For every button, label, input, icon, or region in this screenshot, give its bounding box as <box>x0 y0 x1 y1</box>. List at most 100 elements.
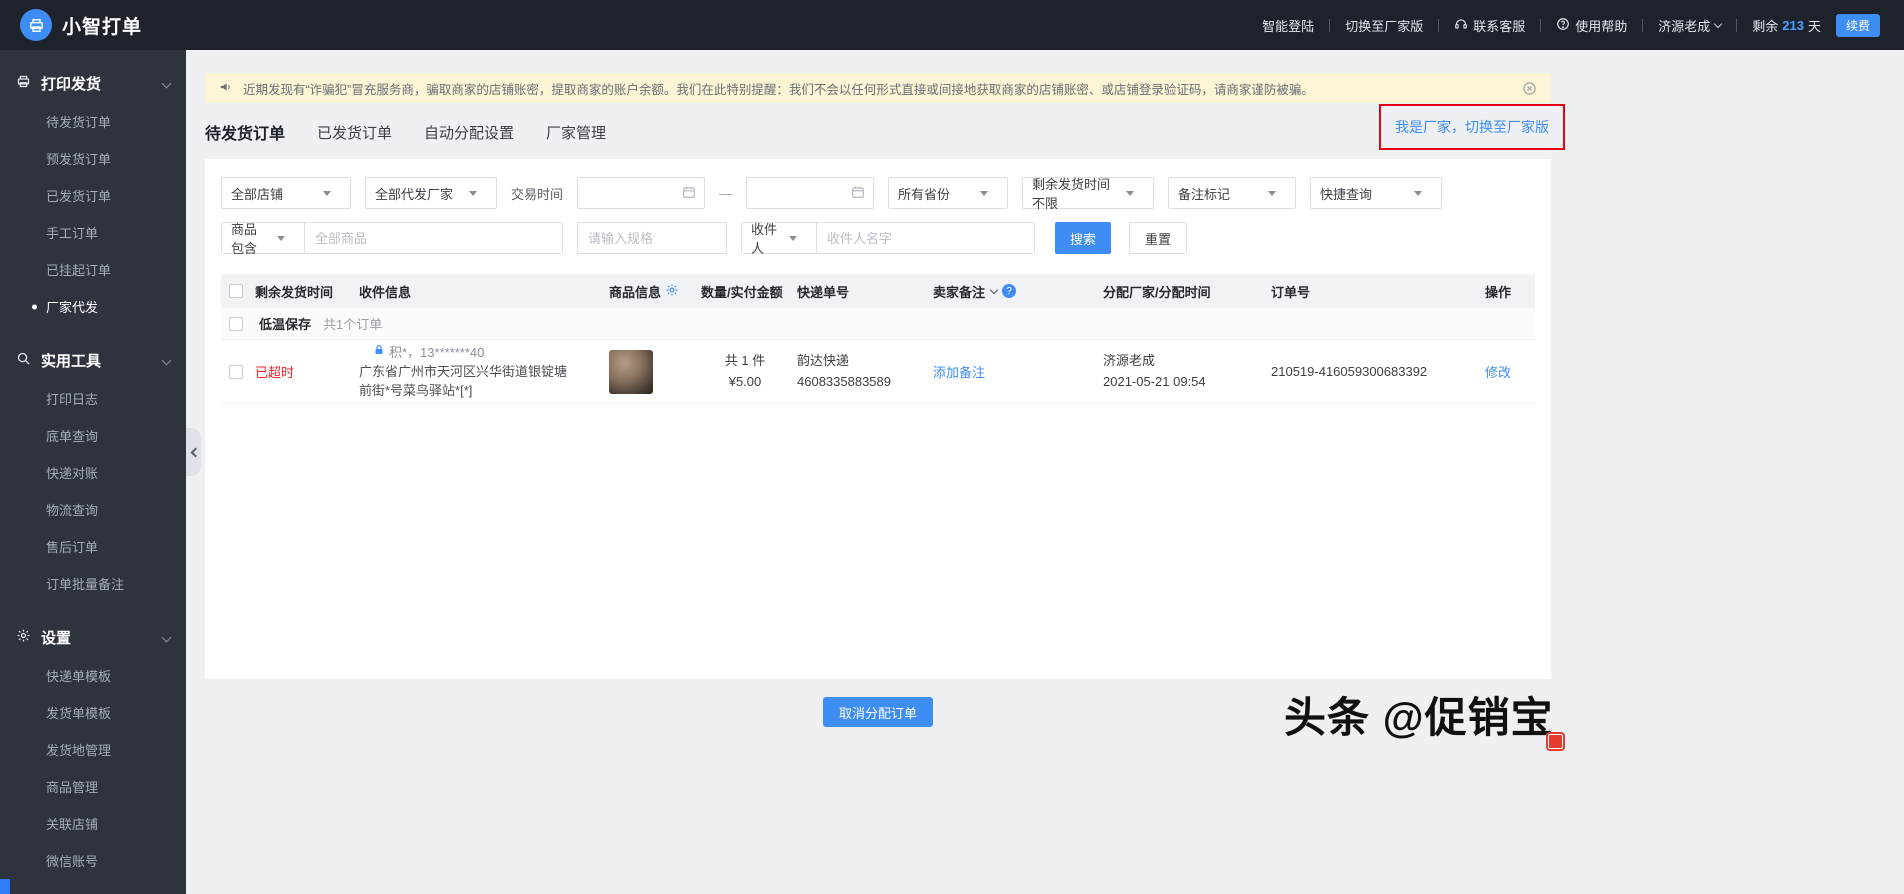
chevron-down-icon <box>1414 190 1423 196</box>
watermark-text: 头条 @促销宝 <box>1284 694 1554 741</box>
group-checkbox[interactable] <box>229 316 243 331</box>
sidebar-item-pending-orders[interactable]: 待发货订单 <box>0 103 186 140</box>
remaining-ship-time-select[interactable]: 剩余发货时间不限 <box>1022 177 1155 211</box>
sidebar-item-linked-shops[interactable]: 关联店铺 <box>0 805 186 842</box>
add-remark-link[interactable]: 添加备注 <box>933 362 985 381</box>
sidebar-item-shiplist-template[interactable]: 发货单模板 <box>0 694 186 731</box>
tab-auto-assign-settings[interactable]: 自动分配设置 <box>424 122 514 143</box>
sidebar-item-manual-orders[interactable]: 手工订单 <box>0 214 186 251</box>
gear-icon[interactable] <box>665 283 679 300</box>
sidebar-item-pre-ship-orders[interactable]: 预发货订单 <box>0 140 186 177</box>
chevron-down-icon <box>1714 19 1723 28</box>
lock-icon[interactable] <box>373 344 385 359</box>
renew-button[interactable]: 续费 <box>1835 13 1880 37</box>
sidebar-item-aftersale-orders[interactable]: 售后订单 <box>0 528 186 565</box>
sidebar-title-label: 设置 <box>41 630 72 647</box>
remark-tag-select[interactable]: 备注标记 <box>1168 177 1297 209</box>
recipient-cell: 积*，13*******40 广东省广州市天河区兴华街道银锭塘前街*号菜鸟驿站*… <box>355 342 605 401</box>
filter-row-1: 全部店铺 全部代发厂家 交易时间 — 所有省份 剩余发货时间不限 备注标记 快捷… <box>221 177 1535 211</box>
select-all-checkbox[interactable] <box>229 284 243 298</box>
tab-factory-management[interactable]: 厂家管理 <box>546 122 606 143</box>
assign-time: 2021-05-21 09:54 <box>1103 373 1206 389</box>
recipient-field-select[interactable]: 收件人 <box>741 222 817 256</box>
tab-shipped-orders[interactable]: 已发货订单 <box>317 122 392 143</box>
spec-input[interactable] <box>577 222 727 254</box>
magnifier-icon <box>16 351 31 370</box>
dropship-factory-select[interactable]: 全部代发厂家 <box>365 177 497 209</box>
product-image[interactable] <box>609 349 653 394</box>
chevron-down-icon <box>789 235 797 241</box>
quick-query-select[interactable]: 快捷查询 <box>1310 177 1443 209</box>
col-product-info-label: 商品信息 <box>609 284 662 300</box>
chevron-down-icon <box>980 190 989 196</box>
remark-tag-value: 备注标记 <box>1178 186 1231 202</box>
remaining-days-number: 213 <box>1782 17 1804 33</box>
sidebar-item-shipfrom-manage[interactable]: 发货地管理 <box>0 731 186 768</box>
product-name-input[interactable] <box>305 222 563 254</box>
product-contains-select[interactable]: 商品包含 <box>221 222 305 256</box>
sidebar-section-settings: 设置 快递单模板 发货单模板 发货地管理 商品管理 关联店铺 微信账号 <box>0 618 186 879</box>
sidebar-item-shipped-orders[interactable]: 已发货订单 <box>0 177 186 214</box>
topbar-right: 智能登陆 切换至厂家版 联系客服 使用帮助 济源老成 剩余 213 天 续费 <box>1262 13 1880 37</box>
search-button[interactable]: 搜索 <box>1055 222 1112 254</box>
chevron-down-icon <box>277 235 285 241</box>
sidebar-item-print-log[interactable]: 打印日志 <box>0 380 186 417</box>
sidebar-collapse-handle[interactable] <box>186 428 201 476</box>
content: 近期发现有“诈骗犯”冒充服务商，骗取商家的店铺账密，提取商家的账户余额。我们在此… <box>205 73 1565 727</box>
qty-amount-cell: 共 1 件 ¥5.00 <box>697 351 793 393</box>
divider <box>1329 18 1331 32</box>
sidebar-item-factory-dropship[interactable]: 厂家代发 <box>0 288 186 325</box>
cancel-assign-order-button[interactable]: 取消分配订单 <box>822 697 933 727</box>
sidebar-title-tools[interactable]: 实用工具 <box>0 341 186 380</box>
remaining-days: 剩余 213 天 <box>1752 16 1821 35</box>
divider <box>1642 18 1644 32</box>
modify-link[interactable]: 修改 <box>1485 365 1511 380</box>
recipient-name-input[interactable] <box>817 222 1035 254</box>
sidebar-item-product-manage[interactable]: 商品管理 <box>0 768 186 805</box>
sidebar-item-wechat-account[interactable]: 微信账号 <box>0 842 186 879</box>
watermark-badge-icon <box>1546 732 1565 751</box>
orders-table: 剩余发货时间 收件信息 商品信息 数量/实付金额 快递单号 卖家备注 ? 分配厂… <box>221 274 1535 404</box>
contact-support-link[interactable]: 联系客服 <box>1454 16 1525 35</box>
calendar-icon <box>682 185 696 202</box>
reset-button[interactable]: 重置 <box>1129 222 1188 254</box>
switch-to-factory-link[interactable]: 我是厂家，切换至厂家版 <box>1395 119 1549 135</box>
gear-icon <box>16 628 31 647</box>
help-link[interactable]: 使用帮助 <box>1556 16 1627 35</box>
sidebar-item-batch-remark[interactable]: 订单批量备注 <box>0 565 186 602</box>
recipient-name: 积*，13*******40 <box>389 345 485 361</box>
contact-support-label: 联系客服 <box>1473 18 1526 34</box>
sidebar-title-label: 实用工具 <box>41 353 102 370</box>
dropship-factory-value: 全部代发厂家 <box>375 186 454 202</box>
sidebar-title-label: 打印发货 <box>41 76 102 93</box>
row-checkbox[interactable] <box>229 364 243 379</box>
switch-factory-version-link[interactable]: 切换至厂家版 <box>1345 16 1423 35</box>
shop-filter-select[interactable]: 全部店铺 <box>221 177 351 209</box>
date-start-field[interactable] <box>586 185 683 201</box>
megaphone-icon <box>219 80 233 97</box>
sidebar-title-settings[interactable]: 设置 <box>0 618 186 657</box>
tab-pending-orders[interactable]: 待发货订单 <box>205 120 285 144</box>
switch-to-factory-highlight-box: 我是厂家，切换至厂家版 <box>1379 104 1565 150</box>
sidebar-item-waybill-template[interactable]: 快递单模板 <box>0 657 186 694</box>
province-select[interactable]: 所有省份 <box>888 177 1009 209</box>
chevron-down-icon <box>161 632 172 643</box>
sidebar-item-receipt-query[interactable]: 底单查询 <box>0 417 186 454</box>
sidebar-item-logistics-query[interactable]: 物流查询 <box>0 491 186 528</box>
smart-login-link[interactable]: 智能登陆 <box>1262 16 1314 35</box>
sidebar-title-print-ship[interactable]: 打印发货 <box>0 64 186 103</box>
date-end-field[interactable] <box>755 185 852 201</box>
courier-name: 韵达快递 <box>797 352 850 368</box>
sidebar-item-suspended-orders[interactable]: 已挂起订单 <box>0 251 186 288</box>
help-circle-icon[interactable]: ? <box>1002 284 1017 298</box>
col-actions: 操作 <box>1485 284 1512 300</box>
close-icon[interactable] <box>1522 81 1537 96</box>
chevron-down-icon <box>469 190 477 196</box>
chevron-down-icon[interactable] <box>989 285 999 294</box>
user-menu[interactable]: 济源老成 <box>1658 16 1723 35</box>
sidebar-item-express-reconcile[interactable]: 快递对账 <box>0 454 186 491</box>
tracking-cell: 韵达快递 4608335883589 <box>793 351 929 393</box>
trade-time-end-input[interactable] <box>746 177 875 209</box>
trade-time-start-input[interactable] <box>577 177 706 209</box>
col-recipient-info: 收件信息 <box>359 284 412 300</box>
